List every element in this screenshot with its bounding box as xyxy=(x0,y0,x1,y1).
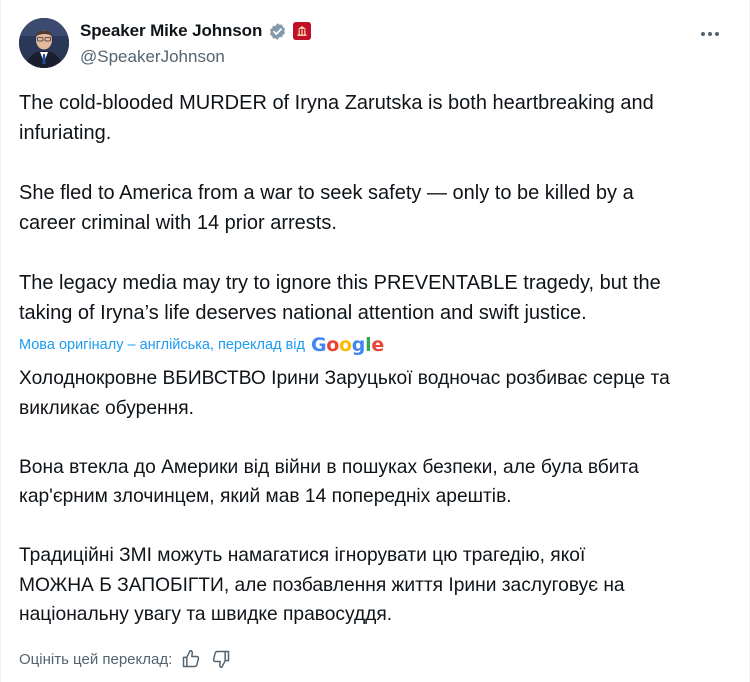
translation-notice[interactable]: Мова оригіналу – англійська, переклад ві… xyxy=(19,334,384,356)
author-display-name[interactable]: Speaker Mike Johnson xyxy=(80,21,262,41)
rate-translation-label: Оцініть цей переклад: xyxy=(19,650,173,668)
tweet-header: Speaker Mike Johnson @SpeakerJohnson xyxy=(19,18,731,70)
translated-tweet-body: Холоднокровне ВБИВСТВО Ірини Заруцької в… xyxy=(19,368,670,625)
translation-rating: Оцініть цей переклад: xyxy=(19,648,232,670)
translation-notice-text[interactable]: Мова оригіналу – англійська, переклад ві… xyxy=(19,337,305,353)
thumbs-down-icon[interactable] xyxy=(210,648,232,670)
tweet-body: The cold-blooded MURDER of Iryna Zarutsk… xyxy=(19,92,661,324)
tweet-card: Speaker Mike Johnson @SpeakerJohnson The… xyxy=(0,0,750,682)
google-logo: Google xyxy=(310,334,384,356)
thumbs-up-icon[interactable] xyxy=(180,648,202,670)
author-avatar[interactable] xyxy=(19,18,69,68)
house-seal-icon[interactable] xyxy=(293,22,312,40)
verified-badge-icon[interactable] xyxy=(268,22,287,41)
more-options-icon[interactable] xyxy=(695,24,725,44)
author-name-line: Speaker Mike Johnson xyxy=(80,21,312,41)
author-handle[interactable]: @SpeakerJohnson xyxy=(80,47,225,67)
